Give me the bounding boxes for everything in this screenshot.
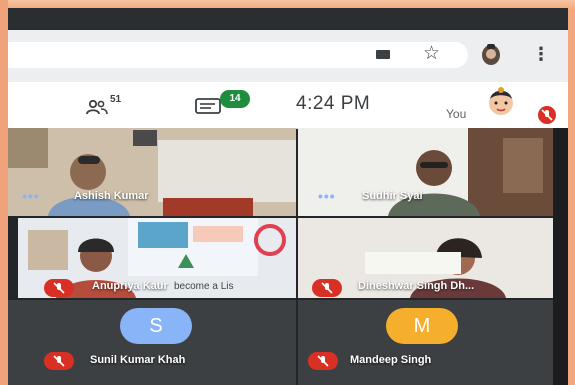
- screen-reflection: [365, 252, 461, 274]
- more-options-icon[interactable]: •••: [318, 188, 336, 204]
- self-avatar[interactable]: [486, 86, 516, 120]
- people-icon[interactable]: [86, 99, 108, 115]
- meeting-clock: 4:24 PM: [296, 93, 371, 114]
- meet-top-bar: 51 14 4:24 PM You: [8, 82, 568, 129]
- participant-tile-ashish-kumar[interactable]: ••• Ashish Kumar: [8, 128, 296, 216]
- participant-name: Mandeep Singh: [350, 354, 432, 366]
- participant-name: Sunil Kumar Khah: [90, 354, 186, 366]
- mic-muted-icon: [308, 352, 338, 370]
- participant-name: Anupriya Kaur: [92, 280, 168, 292]
- profile-icon[interactable]: [480, 42, 502, 66]
- participant-name: Ashish Kumar: [74, 190, 149, 202]
- participant-tile-sunil-kumar-khah[interactable]: S Sunil Kumar Khah: [8, 300, 296, 385]
- browser-menu-icon[interactable]: ⋮: [532, 42, 550, 66]
- mic-muted-icon: [44, 352, 74, 370]
- self-mic-muted-icon: [538, 106, 556, 124]
- video-feed: [8, 128, 296, 216]
- more-options-icon[interactable]: •••: [22, 188, 40, 204]
- monitor-screen: ☆ ⋮ 51 14 4:24 PM You ••• Ashish Kumar •…: [8, 8, 568, 385]
- cast-icon[interactable]: [376, 50, 390, 59]
- browser-toolbar: ☆ ⋮: [8, 30, 568, 82]
- monitor-bezel-edge: [553, 128, 568, 385]
- participant-initial-avatar: M: [386, 308, 458, 344]
- address-bar[interactable]: [8, 42, 468, 68]
- bookmark-star-icon[interactable]: ☆: [423, 42, 440, 66]
- participant-tile-anupriya-kaur[interactable]: Anupriya Kaur become a Lis: [18, 218, 296, 298]
- participant-tile-mandeep-singh[interactable]: M Mandeep Singh: [298, 300, 553, 385]
- participant-tile-sudhir-syal[interactable]: ••• Sudhir Syal: [298, 128, 553, 216]
- participant-initial-avatar: S: [120, 308, 192, 344]
- chat-icon[interactable]: [195, 98, 221, 116]
- mic-muted-icon: [312, 279, 342, 297]
- window-title-bar: [8, 8, 568, 30]
- participant-grid: ••• Ashish Kumar ••• Sudhir Syal Anupriy…: [8, 128, 568, 385]
- participant-name: Dineshwar Singh Dh...: [358, 280, 475, 292]
- video-feed: [298, 128, 553, 216]
- chat-unread-badge: 14: [220, 90, 250, 108]
- self-label: You: [446, 107, 467, 121]
- participant-name: Sudhir Syal: [362, 190, 423, 202]
- background-sign-text: become a Lis: [174, 281, 234, 292]
- photo-frame-left: [0, 0, 8, 385]
- people-count: 51: [110, 94, 122, 105]
- mic-muted-icon: [44, 279, 74, 297]
